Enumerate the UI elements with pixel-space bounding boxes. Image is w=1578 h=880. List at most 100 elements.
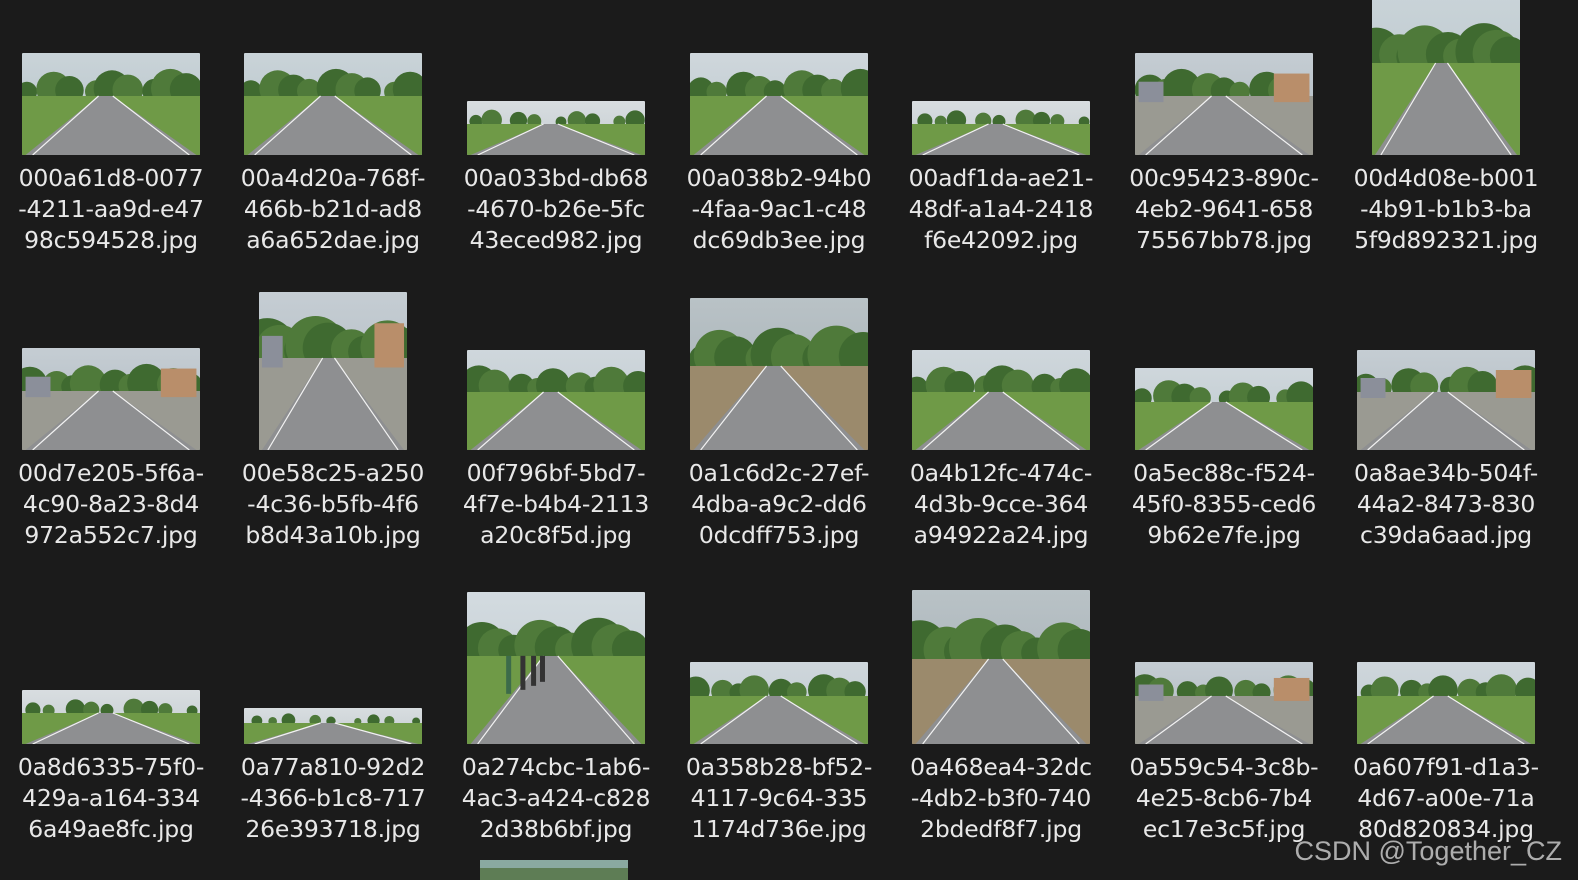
file-name[interactable]: 00c95423-890c- 4eb2-9641-658 75567bb78.jpg [1113, 163, 1335, 256]
file-name-line: 0a5ec88c-f524- [1133, 459, 1315, 487]
file-name[interactable]: 0a358b28-bf52- 4117-9c64-335 1174d736e.jpg [668, 752, 890, 845]
thumbnail-image [690, 662, 868, 744]
file-name[interactable]: 00a038b2-94b0 -4faa-9ac1-c48 dc69db3ee.jpg [668, 163, 890, 256]
thumbnail-image [1135, 662, 1313, 744]
file-name[interactable]: 00adf1da-ae21- 48df-a1a4-2418 f6e42092.jpg [890, 163, 1112, 256]
file-name-line: f6e42092.jpg [924, 226, 1078, 254]
file-tile[interactable]: 0a4b12fc-474c- 4d3b-9cce-364 a94922a24.jpg [890, 295, 1112, 570]
thumbnail[interactable] [668, 295, 890, 450]
thumbnail-image [912, 350, 1090, 450]
thumbnail[interactable] [222, 292, 444, 450]
file-name-line: 00e58c25-a250 [241, 459, 425, 487]
thumbnail[interactable] [0, 0, 222, 155]
file-name-line: 0a8ae34b-504f- [1354, 459, 1538, 487]
file-name-line: 00a038b2-94b0 [686, 164, 872, 192]
file-name[interactable]: 0a8d6335-75f0- 429a-a164-334 6a49ae8fc.jpg [0, 752, 222, 845]
file-name[interactable]: 0a4b12fc-474c- 4d3b-9cce-364 a94922a24.jpg [890, 458, 1112, 551]
file-name[interactable]: 0a607f91-d1a3- 4d67-a00e-71a 80d820834.jpg [1335, 752, 1557, 845]
file-tile[interactable]: 0a559c54-3c8b- 4e25-8cb6-7b4 ec17e3c5f.jpg [1113, 590, 1335, 865]
thumbnail-image [1135, 53, 1313, 155]
file-tile[interactable]: 00d7e205-5f6a- 4c90-8a23-8d4 972a552c7.jpg [0, 295, 222, 570]
partial-thumbnail[interactable] [480, 860, 628, 880]
file-name[interactable]: 00d4d08e-b001 -4b91-b1b3-ba 5f9d892321.jpg [1335, 163, 1557, 256]
file-tile[interactable]: 0a607f91-d1a3- 4d67-a00e-71a 80d820834.jpg [1335, 590, 1557, 865]
thumbnail-image [690, 53, 868, 155]
thumbnail[interactable] [445, 0, 667, 155]
file-name-line: 0a4b12fc-474c- [909, 459, 1093, 487]
file-name[interactable]: 00a4d20a-768f- 466b-b21d-ad8 a6a652dae.jpg [222, 163, 444, 256]
file-tile[interactable]: 00adf1da-ae21- 48df-a1a4-2418 f6e42092.jpg [890, 0, 1112, 275]
file-name-line: 00f796bf-5bd7- [466, 459, 646, 487]
file-name-line: 00d7e205-5f6a- [18, 459, 204, 487]
file-name-line: 75567bb78.jpg [1136, 226, 1312, 254]
thumbnail[interactable] [222, 590, 444, 744]
file-tile[interactable]: 000a61d8-0077 -4211-aa9d-e47 98c594528.jpg [0, 0, 222, 275]
file-tile[interactable]: 00a4d20a-768f- 466b-b21d-ad8 a6a652dae.jpg [222, 0, 444, 275]
file-name[interactable]: 000a61d8-0077 -4211-aa9d-e47 98c594528.jpg [0, 163, 222, 256]
file-tile[interactable]: 0a77a810-92d2 -4366-b1c8-717 26e393718.jpg [222, 590, 444, 865]
file-name-line: 4dba-a9c2-dd6 [691, 490, 867, 518]
file-name[interactable]: 0a8ae34b-504f- 44a2-8473-830 c39da6aad.jpg [1335, 458, 1557, 551]
partial-thumbnail-image [480, 860, 628, 880]
thumbnail[interactable] [0, 590, 222, 744]
thumbnail[interactable] [445, 295, 667, 450]
thumbnail[interactable] [222, 0, 444, 155]
thumbnail[interactable] [890, 590, 1112, 744]
file-name-line: 45f0-8355-ced6 [1131, 490, 1317, 518]
file-name-line: 00adf1da-ae21- [908, 164, 1094, 192]
thumbnail[interactable] [890, 295, 1112, 450]
file-name[interactable]: 0a77a810-92d2 -4366-b1c8-717 26e393718.jpg [222, 752, 444, 845]
file-tile[interactable]: 00f796bf-5bd7- 4f7e-b4b4-2113 a20c8f5d.jpg [445, 295, 667, 570]
file-tile[interactable]: 0a358b28-bf52- 4117-9c64-335 1174d736e.jpg [668, 590, 890, 865]
thumbnail-image [467, 592, 645, 744]
file-name-line: -4670-b26e-5fc [467, 195, 645, 223]
file-name-line: -4366-b1c8-717 [240, 784, 426, 812]
file-tile[interactable]: 00c95423-890c- 4eb2-9641-658 75567bb78.jpg [1113, 0, 1335, 275]
file-name-line: 4eb2-9641-658 [1134, 195, 1314, 223]
thumbnail[interactable] [1335, 0, 1557, 155]
file-name-line: 4117-9c64-335 [690, 784, 868, 812]
thumbnail-image [259, 292, 407, 450]
thumbnail[interactable] [0, 295, 222, 450]
thumbnail[interactable] [1113, 0, 1335, 155]
file-tile[interactable]: 00a038b2-94b0 -4faa-9ac1-c48 dc69db3ee.jpg [668, 0, 890, 275]
thumbnail[interactable] [1335, 590, 1557, 744]
file-name-line: 4e25-8cb6-7b4 [1135, 784, 1313, 812]
thumbnail[interactable] [1113, 295, 1335, 450]
thumbnail-image [1135, 368, 1313, 450]
file-name-line: 0a8d6335-75f0- [17, 753, 205, 781]
file-tile[interactable]: 0a8d6335-75f0- 429a-a164-334 6a49ae8fc.jpg [0, 590, 222, 865]
thumbnail[interactable] [1335, 295, 1557, 450]
file-tile[interactable]: 0a468ea4-32dc -4db2-b3f0-740 2bdedf8f7.jpg [890, 590, 1112, 865]
file-name-line: 0a77a810-92d2 [240, 753, 426, 781]
file-name-line: c39da6aad.jpg [1359, 521, 1533, 549]
thumbnail[interactable] [668, 0, 890, 155]
thumbnail[interactable] [1113, 590, 1335, 744]
file-name-line: 4d3b-9cce-364 [913, 490, 1089, 518]
thumbnail[interactable] [668, 590, 890, 744]
file-tile[interactable]: 0a1c6d2c-27ef- 4dba-a9c2-dd6 0dcdff753.jpg [668, 295, 890, 570]
file-tile[interactable]: 00e58c25-a250 -4c36-b5fb-4f6 b8d43a10b.jpg [222, 292, 444, 570]
file-tile[interactable]: 0a8ae34b-504f- 44a2-8473-830 c39da6aad.jpg [1335, 295, 1557, 570]
file-name-line: b8d43a10b.jpg [245, 521, 421, 549]
file-tile[interactable]: 0a5ec88c-f524- 45f0-8355-ced6 9b62e7fe.jpg [1113, 295, 1335, 570]
file-name-line: 43eced982.jpg [469, 226, 643, 254]
file-name[interactable]: 00d7e205-5f6a- 4c90-8a23-8d4 972a552c7.jpg [0, 458, 222, 551]
thumbnail[interactable] [890, 0, 1112, 155]
file-name[interactable]: 0a1c6d2c-27ef- 4dba-a9c2-dd6 0dcdff753.jpg [668, 458, 890, 551]
file-name-line: 5f9d892321.jpg [1354, 226, 1538, 254]
file-name[interactable]: 00a033bd-db68 -4670-b26e-5fc 43eced982.jpg [445, 163, 667, 256]
file-name[interactable]: 00e58c25-a250 -4c36-b5fb-4f6 b8d43a10b.jpg [222, 458, 444, 551]
file-name[interactable]: 0a274cbc-1ab6- 4ac3-a424-c828 2d38b6bf.jpg [445, 752, 667, 845]
thumbnail[interactable] [445, 590, 667, 744]
file-tile[interactable]: 00d4d08e-b001 -4b91-b1b3-ba 5f9d892321.jpg [1335, 0, 1557, 275]
file-name[interactable]: 00f796bf-5bd7- 4f7e-b4b4-2113 a20c8f5d.jpg [445, 458, 667, 551]
file-name[interactable]: 0a5ec88c-f524- 45f0-8355-ced6 9b62e7fe.jpg [1113, 458, 1335, 551]
thumbnail-image [22, 348, 200, 450]
file-name[interactable]: 0a468ea4-32dc -4db2-b3f0-740 2bdedf8f7.jpg [890, 752, 1112, 845]
file-name-line: 000a61d8-0077 [18, 164, 204, 192]
file-tile[interactable]: 0a274cbc-1ab6- 4ac3-a424-c828 2d38b6bf.jpg [445, 590, 667, 865]
file-tile[interactable]: 00a033bd-db68 -4670-b26e-5fc 43eced982.jpg [445, 0, 667, 275]
file-name[interactable]: 0a559c54-3c8b- 4e25-8cb6-7b4 ec17e3c5f.jpg [1113, 752, 1335, 845]
file-name-line: 00c95423-890c- [1129, 164, 1319, 192]
